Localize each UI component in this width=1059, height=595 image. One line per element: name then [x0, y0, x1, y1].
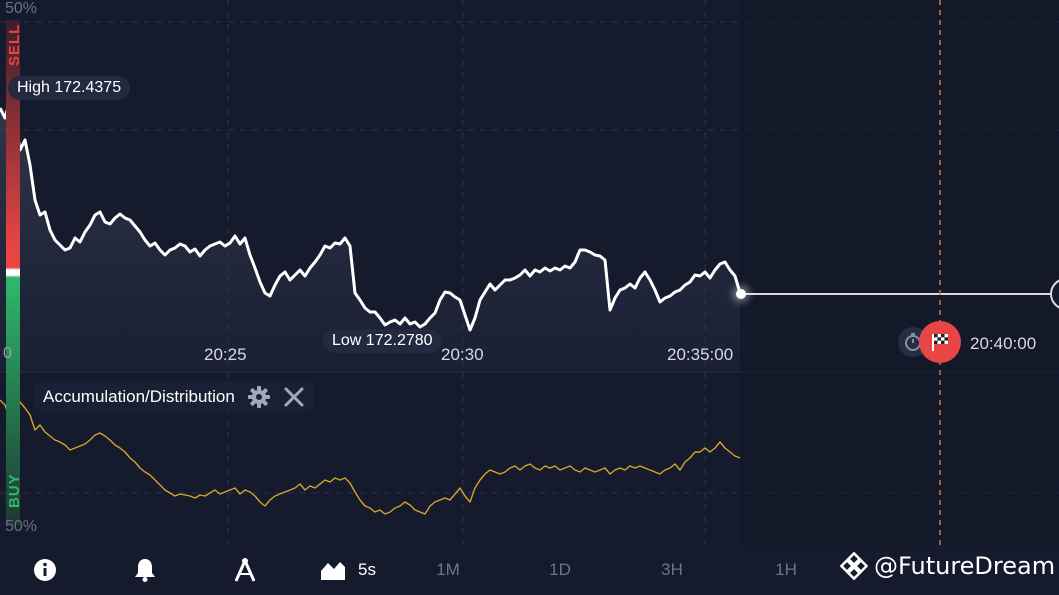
area-chart-icon: [321, 562, 345, 580]
time-label-2025: 20:25: [204, 345, 247, 364]
accumulation-distribution-line: [0, 399, 741, 515]
drawing-tools-button[interactable]: [228, 545, 262, 595]
bottom-percent-label: 50%: [5, 518, 38, 535]
alerts-button[interactable]: [128, 545, 162, 595]
chart-type-button[interactable]: [316, 545, 350, 595]
high-price-label: High 172.4375: [8, 76, 131, 100]
info-icon: [34, 559, 56, 581]
timeframe-3h[interactable]: 3H: [654, 545, 690, 595]
timeframe-1m[interactable]: 1M: [428, 545, 468, 595]
future-zone: [740, 0, 1059, 545]
time-label-203500: 20:35:00: [667, 345, 734, 364]
indicator-legend: Accumulation/Distribution: [33, 381, 315, 412]
indicator-close-button[interactable]: [283, 386, 305, 408]
watermark: @FutureDream: [840, 552, 1055, 580]
trading-chart-screen: 50% 50% SELL BUY 0 High 172.4375 Low 172…: [0, 0, 1059, 595]
indicator-name: Accumulation/Distribution: [43, 386, 235, 406]
expiry-finish-button[interactable]: [919, 321, 961, 363]
timeframe-1h[interactable]: 1H: [768, 545, 804, 595]
watermark-text: @FutureDream: [874, 552, 1056, 580]
expiry-time-label: 20:40:00: [970, 334, 1037, 353]
checkered-flag-icon: [932, 334, 948, 351]
sell-label: SELL: [6, 23, 23, 66]
info-button[interactable]: [28, 545, 62, 595]
price-chart[interactable]: [0, 0, 1059, 545]
gear-icon: [247, 385, 270, 408]
buy-label: BUY: [6, 473, 23, 508]
zero-label: 0: [3, 345, 12, 362]
binance-logo-icon: [840, 552, 868, 580]
close-icon: [284, 387, 304, 406]
top-percent-label: 50%: [5, 0, 38, 17]
timeframe-1d[interactable]: 1D: [542, 545, 578, 595]
time-label-2030: 20:30: [441, 345, 484, 364]
timeframe-5s[interactable]: 5s: [350, 545, 384, 595]
low-price-label: Low 172.2780: [323, 329, 442, 353]
bell-icon: [135, 559, 155, 582]
current-price-dot: [736, 289, 746, 299]
indicator-settings-button[interactable]: [247, 385, 271, 409]
compass-icon: [234, 558, 256, 582]
